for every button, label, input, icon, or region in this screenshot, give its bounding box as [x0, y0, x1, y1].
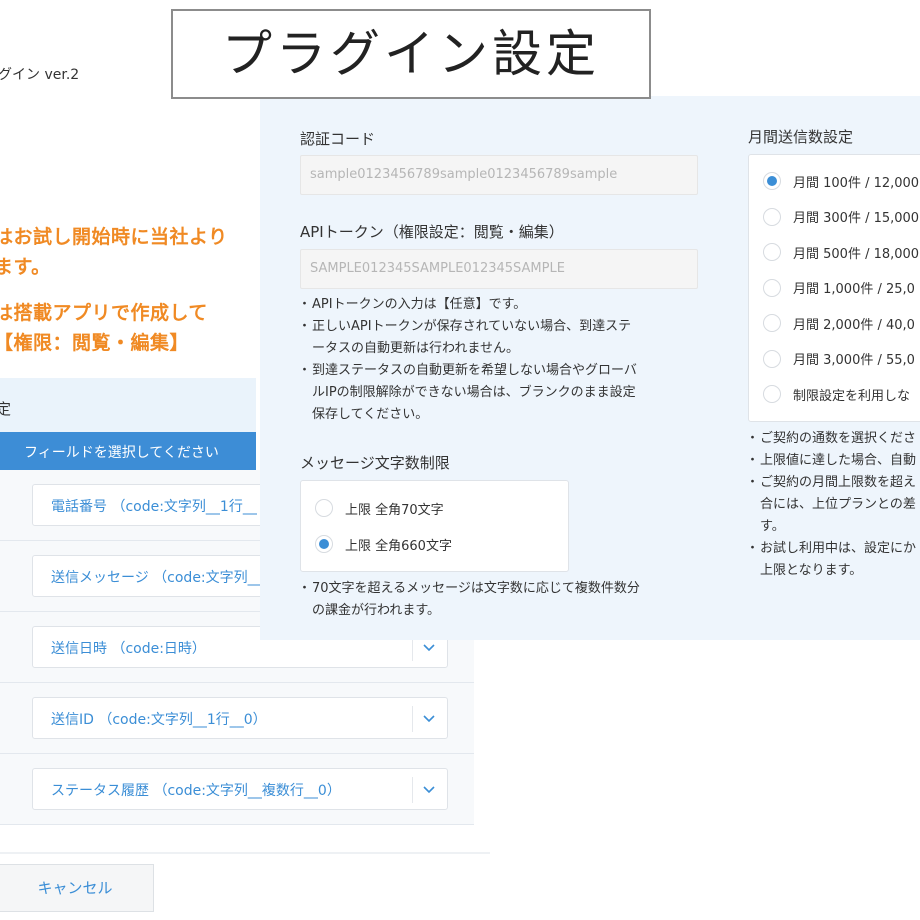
radio-label: 月間 100件 / 12,000 — [793, 175, 920, 191]
auth-code-input[interactable]: sample0123456789sample0123456789sample — [300, 155, 698, 195]
note-item: お試し利用中は、設定にか 上限となります。 — [746, 538, 920, 582]
divider — [412, 777, 413, 803]
message-limit-label: メッセージ文字数制限 — [300, 454, 450, 472]
field-select-header-text: フィールドを選択してください — [24, 445, 219, 461]
monthly-send-radio-group: 月間 100件 / 12,000 月間 300件 / 15,000 月間 500件 … — [748, 154, 920, 422]
chevron-down-icon — [423, 715, 435, 723]
field-select-header: フィールドを選択してください — [0, 432, 256, 470]
field-settings-heading: 定 — [0, 378, 256, 432]
radio-button[interactable] — [763, 172, 781, 190]
note-item: 到達ステータスの自動更新を希望しない場合やグローバ ルIPの制限解除ができない場… — [298, 360, 720, 426]
chevron-down-icon — [423, 786, 435, 794]
monthly-send-label: 月間送信数設定 — [748, 128, 854, 146]
radio-button[interactable] — [763, 349, 781, 368]
message-limit-option[interactable]: 上限 全角70文字 — [315, 497, 444, 519]
cancel-button[interactable]: キャンセル — [0, 864, 154, 912]
radio-label: 月間 500件 / 18,000 — [793, 246, 920, 262]
trial-notice-line: ます。 — [0, 256, 51, 278]
field-select[interactable]: 送信ID （code:文字列__1行__0） — [32, 697, 448, 739]
radio-button[interactable] — [315, 535, 333, 553]
radio-button[interactable] — [763, 314, 781, 332]
api-token-notes: APIトークンの入力は【任意】です。正しいAPIトークンが保存されていない場合、… — [298, 294, 720, 426]
table-row: 送信ID （code:文字列__1行__0） — [0, 683, 474, 754]
radio-label: 上限 全角660文字 — [345, 538, 452, 554]
app-title: グイン ver.2 — [0, 67, 80, 83]
radio-label: 月間 2,000件 / 40,0 — [793, 317, 915, 333]
monthly-send-notes: ご契約の通数を選択くださ上限値に達した場合、自動ご契約の月間上限数を超え 合には… — [746, 428, 920, 582]
note-item: APIトークンの入力は【任意】です。 — [298, 294, 720, 316]
plugin-settings-panel: 認証コード sample0123456789sample0123456789sa… — [260, 96, 920, 640]
note-item: 正しいAPIトークンが保存されていない場合、到達ステ ータスの自動更新は行われま… — [298, 316, 720, 360]
plugin-settings-title: プラグイン設定 — [222, 25, 600, 83]
divider — [412, 706, 413, 732]
monthly-send-option[interactable]: 月間 100件 / 12,000 — [763, 170, 919, 192]
divider — [0, 852, 490, 854]
auth-code-label: 認証コード — [300, 130, 376, 148]
monthly-send-option[interactable]: 月間 2,000件 / 40,0 — [763, 312, 915, 334]
note-item: ご契約の月間上限数を超え 合には、上位プランとの差 す。 — [746, 472, 920, 538]
radio-button[interactable] — [763, 385, 781, 403]
field-select-value: 送信ID （code:文字列__1行__0） — [51, 712, 267, 728]
radio-label: 制限設定を利用しな — [793, 388, 911, 404]
note-item: ご契約の通数を選択くださ — [746, 428, 920, 450]
monthly-send-option[interactable]: 制限設定を利用しな — [763, 383, 910, 405]
field-settings-heading-text: 定 — [0, 400, 12, 418]
radio-button[interactable] — [315, 499, 333, 517]
radio-button[interactable] — [763, 207, 781, 226]
radio-label: 上限 全角70文字 — [345, 502, 444, 518]
message-limit-notes: 70文字を超えるメッセージは文字数に応じて複数件数分 の課金が行われます。 — [298, 578, 720, 622]
radio-button[interactable] — [763, 243, 781, 261]
radio-label: 月間 300件 / 15,000 — [793, 211, 920, 226]
permission-notice-line: 【権限：閲覧・編集】 — [0, 332, 190, 354]
chevron-down-icon — [423, 644, 435, 652]
plugin-settings-title-banner: プラグイン設定 — [171, 9, 651, 99]
trial-notice-line: はお試し開始時に当社より — [0, 226, 228, 248]
message-limit-radio-group: 上限 全角70文字 上限 全角660文字 — [300, 480, 569, 572]
trial-notice: はお試し開始時に当社より ます。 — [0, 222, 228, 282]
field-select[interactable]: ステータス履歴 （code:文字列__複数行__0） — [32, 768, 448, 810]
field-select-value: 送信日時 （code:日時） — [51, 641, 206, 657]
radio-label: 月間 1,000件 / 25,0 — [793, 282, 915, 297]
field-select-value: 電話番号 （code:文字列__1行__ — [51, 499, 257, 515]
permission-notice-line: は搭載アプリで作成して — [0, 302, 208, 324]
monthly-send-option[interactable]: 月間 3,000件 / 55,0 — [763, 348, 915, 370]
table-row: ステータス履歴 （code:文字列__複数行__0） — [0, 754, 474, 825]
message-limit-option[interactable]: 上限 全角660文字 — [315, 533, 452, 555]
field-select-value: 送信メッセージ （code:文字列__ — [51, 570, 262, 586]
monthly-send-option[interactable]: 月間 300件 / 15,000 — [763, 206, 919, 228]
monthly-send-option[interactable]: 月間 1,000件 / 25,0 — [763, 277, 915, 299]
api-token-input[interactable]: SAMPLE012345SAMPLE012345SAMPLE — [300, 249, 698, 289]
permission-notice: は搭載アプリで作成して 【権限：閲覧・編集】 — [0, 298, 208, 358]
note-item: 70文字を超えるメッセージは文字数に応じて複数件数分 の課金が行われます。 — [298, 578, 720, 622]
api-token-label: APIトークン（権限設定：閲覧・編集） — [300, 223, 564, 241]
monthly-send-option[interactable]: 月間 500件 / 18,000 — [763, 241, 919, 263]
radio-button[interactable] — [763, 278, 781, 297]
radio-label: 月間 3,000件 / 55,0 — [793, 353, 915, 368]
note-item: 上限値に達した場合、自動 — [746, 450, 920, 472]
field-select-value: ステータス履歴 （code:文字列__複数行__0） — [51, 783, 341, 799]
